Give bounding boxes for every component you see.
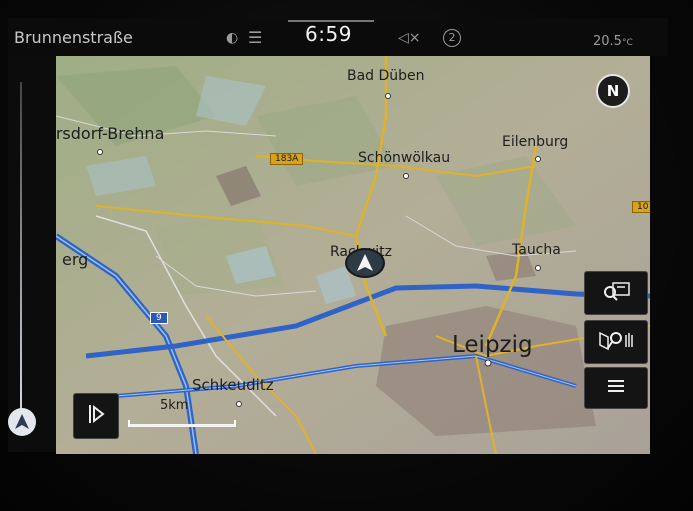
road-number-10: 10 xyxy=(632,201,650,213)
notification-badge[interactable]: 2 xyxy=(443,29,461,47)
traffic-icon: ☰ xyxy=(248,28,263,47)
vehicle-position-icon xyxy=(345,248,385,278)
compass-north-icon[interactable]: N xyxy=(596,74,630,108)
map-search-button[interactable] xyxy=(584,271,648,315)
outside-temperature: 20.5°C xyxy=(593,34,633,49)
place-bad-dueben: Bad Düben xyxy=(347,68,425,84)
place-eilenburg: Eilenburg xyxy=(502,134,569,150)
zoom-slider-knob[interactable] xyxy=(8,408,36,436)
globe-icon: ◐ xyxy=(226,30,239,46)
place-brehna: ersdorf-Brehna xyxy=(56,124,165,143)
place-taucha: Taucha xyxy=(512,242,561,258)
map-scale-bar xyxy=(128,420,236,427)
zoom-slider-track[interactable] xyxy=(20,82,22,412)
road-number-a9: 9 xyxy=(150,312,168,324)
place-schoenwoelkau: Schönwölkau xyxy=(358,150,451,166)
place-erg: erg xyxy=(62,250,89,269)
place-leipzig: Leipzig xyxy=(452,332,533,358)
route-options-icon xyxy=(596,327,636,357)
route-options-button[interactable] xyxy=(584,320,648,364)
panel-toggle-button[interactable] xyxy=(73,393,119,439)
left-panel xyxy=(8,56,56,452)
current-street: Brunnenstraße xyxy=(14,28,133,47)
panel-toggle-icon xyxy=(86,403,106,429)
road-number-183a: 183A xyxy=(270,153,304,165)
menu-button[interactable] xyxy=(584,367,648,409)
mute-icon: ◁× xyxy=(398,30,421,46)
map-scale-label: 5km xyxy=(160,398,189,413)
menu-icon xyxy=(606,378,626,398)
clock: 6:59 xyxy=(305,22,352,46)
place-schkeuditz: Schkeuditz xyxy=(192,376,274,394)
map-search-icon xyxy=(599,279,633,307)
